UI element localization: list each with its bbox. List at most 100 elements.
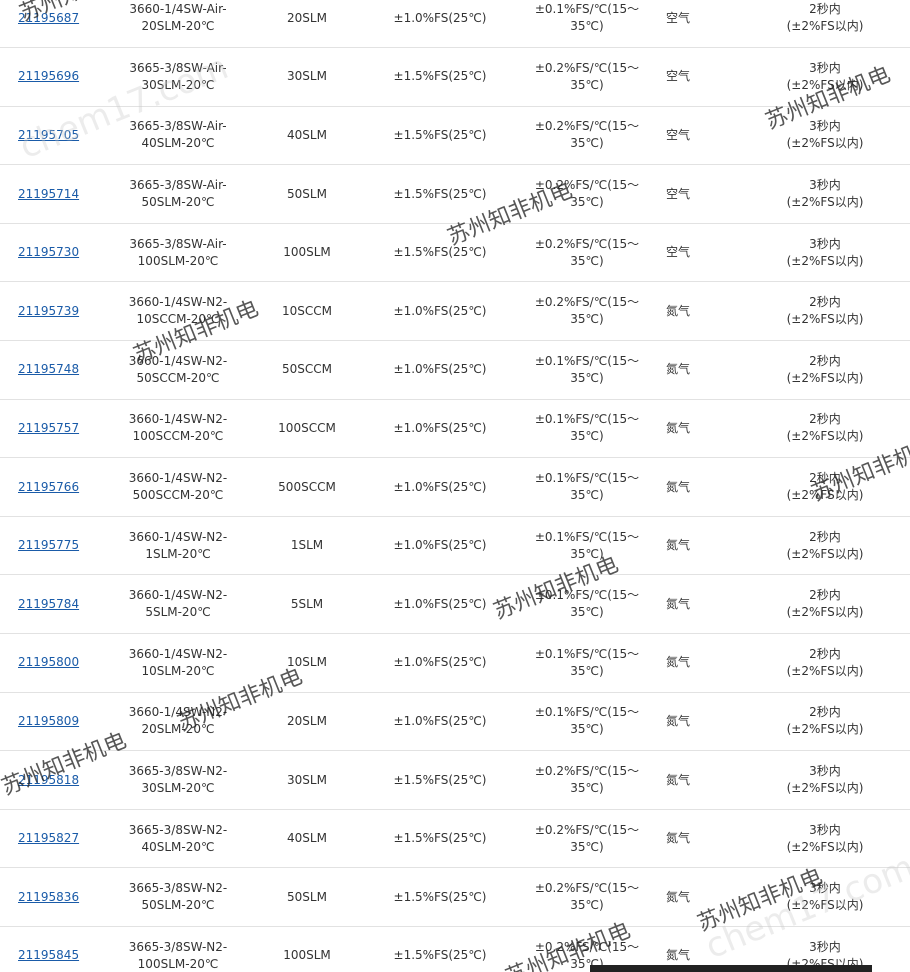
item-id-link[interactable]: 21195730 bbox=[18, 245, 79, 259]
item-id-link[interactable]: 21195696 bbox=[18, 69, 79, 83]
model-line: 3660-1/4SW-N2- bbox=[128, 588, 228, 603]
model-line: 3665-3/8SW-N2- bbox=[128, 764, 228, 779]
item-id-link[interactable]: 21195739 bbox=[18, 304, 79, 318]
response-line: 2秒内 bbox=[809, 529, 841, 544]
accuracy-cell: ±1.0%FS(25℃) bbox=[356, 340, 524, 400]
accuracy-cell: ±1.0%FS(25℃) bbox=[356, 0, 524, 49]
model-cell: 3665-3/8SW-Air- 30SLM-20℃ bbox=[98, 47, 258, 107]
item-id-link[interactable]: 21195775 bbox=[18, 538, 79, 552]
item-id-cell: 21195800 bbox=[0, 633, 98, 693]
response-line: (±2%FS以内) bbox=[786, 839, 864, 854]
model-line: 3665-3/8SW-Air- bbox=[129, 60, 227, 75]
response-line: 2秒内 bbox=[809, 2, 841, 17]
temp-line: ±0.2%FS/℃(15〜 bbox=[534, 822, 640, 837]
model-cell: 3660-1/4SW-N2- 500SCCM-20℃ bbox=[98, 457, 258, 517]
response-line: (±2%FS以内) bbox=[786, 781, 864, 796]
gas-type-cell: 空气 bbox=[650, 106, 740, 166]
response-time-cell: 3秒内 (±2%FS以内) bbox=[740, 164, 910, 224]
model-cell: 3660-1/4SW-N2- 50SCCM-20℃ bbox=[98, 340, 258, 400]
item-id-cell: 21195757 bbox=[0, 399, 98, 459]
model-line: 3660-1/4SW-N2- bbox=[128, 529, 228, 544]
flow-range-cell: 20SLM bbox=[258, 0, 356, 49]
temperature-coefficient-cell: ±0.2%FS/℃(15〜 35℃) bbox=[524, 47, 650, 107]
model-line: 1SLM-20℃ bbox=[145, 546, 211, 561]
item-id-link[interactable]: 21195818 bbox=[18, 773, 79, 787]
flow-range-cell: 20SLM bbox=[258, 692, 356, 752]
temp-line: 35℃) bbox=[570, 898, 604, 913]
item-id-cell: 21195739 bbox=[0, 281, 98, 342]
item-id-link[interactable]: 21195757 bbox=[18, 421, 79, 435]
flow-range-cell: 10SLM bbox=[258, 633, 356, 693]
response-line: (±2%FS以内) bbox=[786, 370, 864, 385]
response-line: (±2%FS以内) bbox=[786, 429, 864, 444]
model-line: 3665-3/8SW-Air- bbox=[129, 236, 227, 251]
horizontal-scrollbar-thumb[interactable] bbox=[590, 965, 872, 972]
flow-range-cell: 30SLM bbox=[258, 47, 356, 107]
item-id-link[interactable]: 21195714 bbox=[18, 187, 79, 201]
response-line: (±2%FS以内) bbox=[786, 253, 864, 268]
flow-range-cell: 500SCCM bbox=[258, 457, 356, 517]
model-cell: 3660-1/4SW-N2- 5SLM-20℃ bbox=[98, 574, 258, 635]
item-id-link[interactable]: 21195784 bbox=[18, 597, 79, 611]
model-line: 20SLM-20℃ bbox=[141, 722, 215, 737]
model-line: 10SCCM-20℃ bbox=[136, 312, 220, 327]
item-id-link[interactable]: 21195748 bbox=[18, 362, 79, 376]
response-line: 3秒内 bbox=[809, 60, 841, 75]
item-id-link[interactable]: 21195687 bbox=[18, 11, 79, 25]
model-cell: 3660-1/4SW-N2- 10SLM-20℃ bbox=[98, 633, 258, 693]
model-line: 40SLM-20℃ bbox=[141, 136, 215, 151]
item-id-link[interactable]: 21195827 bbox=[18, 831, 79, 845]
response-line: (±2%FS以内) bbox=[786, 605, 864, 620]
temperature-coefficient-cell: ±0.2%FS/℃(15〜 35℃) bbox=[524, 750, 650, 810]
gas-type-cell: 氮气 bbox=[650, 457, 740, 517]
item-id-link[interactable]: 21195800 bbox=[18, 655, 79, 669]
temp-line: 35℃) bbox=[570, 370, 604, 385]
flow-range-cell: 100SLM bbox=[258, 926, 356, 972]
gas-type-cell: 氮气 bbox=[650, 692, 740, 752]
item-id-cell: 21195775 bbox=[0, 516, 98, 576]
response-line: (±2%FS以内) bbox=[786, 488, 864, 503]
item-id-link[interactable]: 21195766 bbox=[18, 480, 79, 494]
item-id-link[interactable]: 21195705 bbox=[18, 128, 79, 142]
gas-type-cell: 空气 bbox=[650, 223, 740, 283]
model-line: 50SLM-20℃ bbox=[141, 195, 215, 210]
model-cell: 3660-1/4SW-N2- 10SCCM-20℃ bbox=[98, 281, 258, 342]
table-row: 21195705 3665-3/8SW-Air- 40SLM-20℃ 40SLM ±1.… bbox=[0, 106, 910, 166]
accuracy-cell: ±1.5%FS(25℃) bbox=[356, 867, 524, 927]
table-row: 21195748 3660-1/4SW-N2- 50SCCM-20℃ 50SCCM ±1… bbox=[0, 340, 910, 400]
temperature-coefficient-cell: ±0.2%FS/℃(15〜 35℃) bbox=[524, 106, 650, 166]
item-id-link[interactable]: 21195809 bbox=[18, 714, 79, 728]
model-line: 3660-1/4SW-N2- bbox=[128, 295, 228, 310]
model-line: 50SLM-20℃ bbox=[141, 898, 215, 913]
model-line: 3660-1/4SW-N2- bbox=[128, 471, 228, 486]
temp-line: 35℃) bbox=[570, 663, 604, 678]
gas-type-cell: 氮气 bbox=[650, 516, 740, 576]
flow-range-cell: 1SLM bbox=[258, 516, 356, 576]
item-id-cell: 21195827 bbox=[0, 809, 98, 869]
gas-type-cell: 氮气 bbox=[650, 399, 740, 459]
accuracy-cell: ±1.5%FS(25℃) bbox=[356, 809, 524, 869]
item-id-link[interactable]: 21195836 bbox=[18, 890, 79, 904]
model-line: 3665-3/8SW-N2- bbox=[128, 822, 228, 837]
flow-range-cell: 50SLM bbox=[258, 164, 356, 224]
response-line: 3秒内 bbox=[809, 178, 841, 193]
table-row: 21195730 3665-3/8SW-Air- 100SLM-20℃ 100SLM ±… bbox=[0, 223, 910, 283]
item-id-link[interactable]: 21195845 bbox=[18, 948, 79, 962]
table-row: 21195809 3660-1/4SW-N2- 20SLM-20℃ 20SLM ±1.0… bbox=[0, 692, 910, 752]
item-id-cell: 21195714 bbox=[0, 164, 98, 224]
model-cell: 3665-3/8SW-N2- 30SLM-20℃ bbox=[98, 750, 258, 810]
response-line: (±2%FS以内) bbox=[786, 19, 864, 34]
item-id-cell: 21195809 bbox=[0, 692, 98, 752]
temp-line: ±0.1%FS/℃(15〜 bbox=[534, 588, 640, 603]
temperature-coefficient-cell: ±0.2%FS/℃(15〜 35℃) bbox=[524, 867, 650, 927]
response-time-cell: 3秒内 (±2%FS以内) bbox=[740, 223, 910, 283]
temp-line: ±0.1%FS/℃(15〜 bbox=[534, 529, 640, 544]
item-id-cell: 21195836 bbox=[0, 867, 98, 927]
gas-type-cell: 空气 bbox=[650, 47, 740, 107]
temp-line: ±0.1%FS/℃(15〜 bbox=[534, 646, 640, 661]
temperature-coefficient-cell: ±0.1%FS/℃(15〜 35℃) bbox=[524, 399, 650, 459]
model-line: 5SLM-20℃ bbox=[145, 605, 211, 620]
response-time-cell: 2秒内 (±2%FS以内) bbox=[740, 340, 910, 400]
response-time-cell: 2秒内 (±2%FS以内) bbox=[740, 633, 910, 693]
temp-line: 35℃) bbox=[570, 77, 604, 92]
